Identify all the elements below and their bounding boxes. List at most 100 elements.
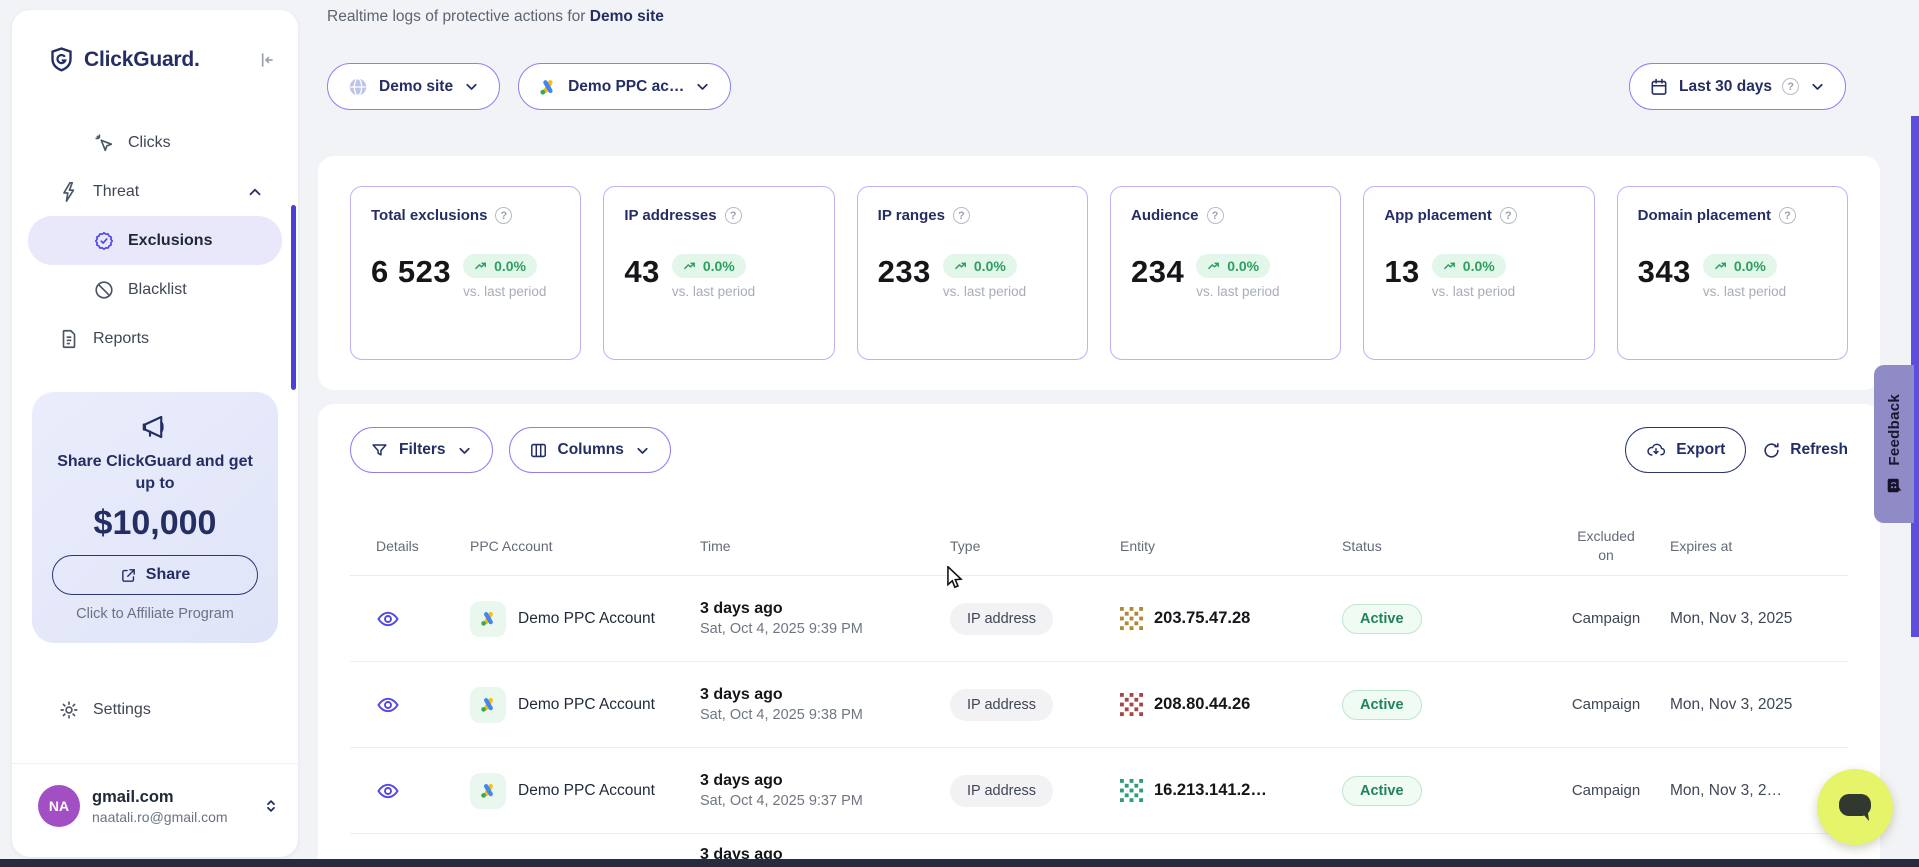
time-relative: 3 days ago [700, 686, 950, 704]
stat-delta: 0.0% [1463, 258, 1495, 274]
entity-identicon [1120, 779, 1144, 803]
help-icon[interactable]: ? [1500, 207, 1517, 224]
trend-up-icon [1207, 259, 1222, 274]
blocked-icon [93, 279, 115, 301]
refresh-button[interactable]: Refresh [1762, 441, 1848, 460]
chevron-up-icon[interactable] [246, 183, 264, 201]
user-account-menu[interactable]: NA gmail.com naatali.ro@gmail.com [38, 775, 280, 837]
stat-card-total-exclusions: Total exclusions? 6 523 0.0% vs. last pe… [350, 186, 581, 360]
sidebar-divider [12, 763, 298, 764]
eye-details-icon[interactable] [376, 693, 400, 717]
table-row: Demo PPC Account 3 days agoSat, Oct 4, 2… [350, 748, 1848, 834]
stat-period: vs. last period [1196, 284, 1279, 299]
google-ads-icon [470, 601, 506, 637]
megaphone-icon [140, 429, 170, 446]
sidebar-item-reports[interactable]: Reports [12, 314, 298, 363]
export-button-label: Export [1676, 441, 1725, 459]
chevron-down-icon [456, 442, 473, 459]
sidebar-item-settings[interactable]: Settings [12, 686, 298, 734]
date-range-selector[interactable]: Last 30 days ? [1629, 63, 1846, 110]
col-header-excluded-on: Excluded on [1573, 527, 1639, 563]
sidebar-item-clicks[interactable]: Clicks [12, 118, 298, 167]
site-selector-value: Demo site [379, 78, 453, 96]
share-button-label: Share [146, 566, 190, 584]
help-icon[interactable]: ? [1779, 207, 1796, 224]
share-button[interactable]: Share [52, 555, 258, 595]
help-icon[interactable]: ? [495, 207, 512, 224]
stat-period: vs. last period [943, 284, 1026, 299]
affiliate-promo-card[interactable]: Share ClickGuard and get up to $10,000 S… [32, 392, 278, 643]
google-ads-icon [538, 77, 558, 97]
type-badge: IP address [950, 775, 1053, 807]
status-badge: Active [1342, 776, 1422, 806]
stat-delta: 0.0% [494, 258, 526, 274]
user-name: gmail.com [92, 788, 228, 807]
page-subtitle: Realtime logs of protective actions for … [327, 8, 664, 26]
subtitle-prefix: Realtime logs of protective actions for [327, 8, 585, 25]
chevron-down-icon [694, 78, 711, 95]
promo-amount: $10,000 [32, 504, 278, 543]
clickguard-logo-icon [48, 46, 75, 73]
filters-button[interactable]: Filters [350, 427, 493, 473]
columns-button-label: Columns [558, 441, 624, 459]
excluded-on-value: Campaign [1542, 782, 1670, 799]
help-icon[interactable]: ? [953, 207, 970, 224]
col-header-status: Status [1342, 538, 1542, 554]
stat-value: 13 [1384, 254, 1419, 290]
ppc-account-name: Demo PPC Account [518, 696, 655, 714]
cursor-click-icon [93, 132, 115, 154]
google-ads-icon [470, 773, 506, 809]
ppc-account-selector[interactable]: Demo PPC ac… [518, 63, 731, 110]
stat-label: App placement [1384, 207, 1492, 224]
sidebar-item-label: Blacklist [128, 281, 187, 299]
help-icon[interactable]: ? [725, 207, 742, 224]
sidebar-item-blacklist[interactable]: Blacklist [12, 265, 298, 314]
external-link-icon [120, 567, 137, 584]
sidebar: ClickGuard. Clicks Threat [12, 10, 298, 857]
stat-delta: 0.0% [703, 258, 735, 274]
stat-value: 233 [878, 254, 931, 290]
lightning-icon [58, 181, 80, 203]
sidebar-item-exclusions[interactable]: Exclusions [28, 216, 282, 265]
chat-bubble-icon [1836, 790, 1874, 824]
entity-value: 208.80.44.26 [1154, 695, 1250, 714]
stat-card-ip-addresses: IP addresses? 43 0.0% vs. last period [603, 186, 834, 360]
col-header-entity: Entity [1120, 538, 1342, 554]
ppc-account-selector-value: Demo PPC ac… [568, 78, 684, 96]
col-header-time: Time [700, 538, 950, 554]
chevron-updown-icon [262, 797, 280, 815]
site-selector[interactable]: Demo site [327, 63, 500, 110]
sidebar-item-threat[interactable]: Threat [12, 167, 298, 216]
export-button[interactable]: Export [1625, 427, 1746, 473]
sidebar-scrollbar[interactable] [291, 205, 296, 390]
google-ads-icon [470, 687, 506, 723]
context-selectors: Demo site Demo PPC ac… [327, 63, 731, 110]
feedback-tab[interactable]: Feedback [1874, 365, 1914, 523]
eye-details-icon[interactable] [376, 779, 400, 803]
stat-period: vs. last period [463, 284, 546, 299]
user-email: naatali.ro@gmail.com [92, 809, 228, 825]
chat-launcher-button[interactable] [1817, 769, 1893, 845]
collapse-sidebar-icon[interactable] [256, 50, 276, 70]
promo-text: Share ClickGuard and get up to [55, 451, 255, 494]
feedback-label: Feedback [1886, 394, 1903, 466]
columns-button[interactable]: Columns [509, 427, 671, 473]
eye-details-icon[interactable] [376, 607, 400, 631]
table-toolbar: Filters Columns Export [350, 427, 1848, 473]
help-icon[interactable]: ? [1207, 207, 1224, 224]
stat-delta: 0.0% [974, 258, 1006, 274]
time-full: Sat, Oct 4, 2025 9:37 PM [700, 793, 950, 809]
entity-value: 16.213.141.2… [1154, 781, 1267, 800]
stat-delta: 0.0% [1227, 258, 1259, 274]
stat-period: vs. last period [1432, 284, 1515, 299]
entity-value: 203.75.47.28 [1154, 609, 1250, 628]
sidebar-item-label: Exclusions [128, 232, 212, 250]
calendar-icon [1649, 77, 1669, 97]
filters-button-label: Filters [399, 441, 446, 459]
time-full: Sat, Oct 4, 2025 9:39 PM [700, 621, 950, 637]
viewport-bottom-edge [0, 859, 1919, 867]
time-relative: 3 days ago [700, 772, 950, 790]
stat-card-ip-ranges: IP ranges? 233 0.0% vs. last period [857, 186, 1088, 360]
trend-up-icon [1443, 259, 1458, 274]
sidebar-item-label: Clicks [128, 134, 171, 152]
